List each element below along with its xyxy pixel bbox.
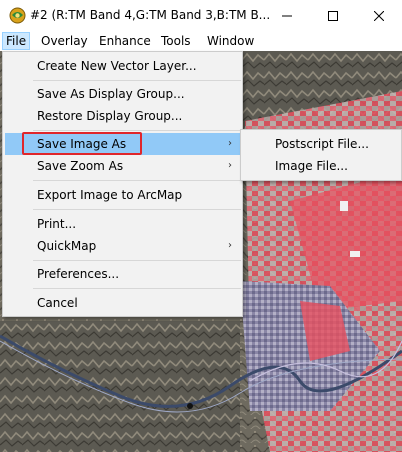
- menu-preferences[interactable]: Preferences...: [5, 263, 240, 285]
- file-menu-dropdown: Create New Vector Layer... Save As Displ…: [2, 51, 243, 317]
- menu-create-new-vector-layer[interactable]: Create New Vector Layer...: [5, 55, 240, 77]
- maximize-button[interactable]: [310, 0, 356, 31]
- menu-enhance[interactable]: Enhance: [95, 32, 155, 50]
- minimize-button[interactable]: [264, 0, 310, 31]
- menu-restore-display-group[interactable]: Restore Display Group...: [5, 105, 240, 127]
- menu-quickmap[interactable]: QuickMap ›: [5, 235, 240, 257]
- menu-export-image-to-arcmap[interactable]: Export Image to ArcMap: [5, 184, 240, 206]
- menu-window[interactable]: Window: [203, 32, 258, 50]
- menu-separator: [33, 130, 241, 131]
- menu-bar: File Overlay Enhance Tools Window: [0, 31, 402, 51]
- title-bar: #2 (R:TM Band 4,G:TM Band 3,B:TM B...: [0, 0, 402, 31]
- menu-separator: [33, 288, 241, 289]
- menu-tools[interactable]: Tools: [157, 32, 195, 50]
- submenu-arrow-icon: ›: [228, 138, 232, 149]
- menu-cancel[interactable]: Cancel: [5, 292, 240, 314]
- menu-separator: [33, 80, 241, 81]
- menu-print[interactable]: Print...: [5, 213, 240, 235]
- menu-separator: [33, 209, 241, 210]
- submenu-arrow-icon: ›: [228, 240, 232, 251]
- menu-postscript-file[interactable]: Postscript File...: [243, 133, 401, 155]
- maximize-icon: [328, 10, 338, 21]
- minimize-icon: [282, 15, 292, 16]
- annotation-highlight-box: [22, 132, 142, 155]
- save-image-as-submenu: Postscript File... Image File...: [240, 129, 402, 181]
- menu-save-zoom-as-label: Save Zoom As: [37, 159, 124, 173]
- close-button[interactable]: [356, 0, 402, 31]
- envi-app-icon: [9, 7, 26, 24]
- menu-separator: [33, 180, 241, 181]
- menu-save-as-display-group[interactable]: Save As Display Group...: [5, 83, 240, 105]
- submenu-arrow-icon: ›: [228, 160, 232, 171]
- menu-image-file[interactable]: Image File...: [243, 155, 401, 177]
- window-title: #2 (R:TM Band 4,G:TM Band 3,B:TM B...: [30, 8, 271, 22]
- close-icon: [374, 10, 384, 21]
- menu-file[interactable]: File: [2, 32, 31, 50]
- menu-save-zoom-as[interactable]: Save Zoom As ›: [5, 155, 240, 177]
- menu-quickmap-label: QuickMap: [37, 239, 97, 253]
- menu-separator: [33, 260, 241, 261]
- menu-overlay[interactable]: Overlay: [37, 32, 92, 50]
